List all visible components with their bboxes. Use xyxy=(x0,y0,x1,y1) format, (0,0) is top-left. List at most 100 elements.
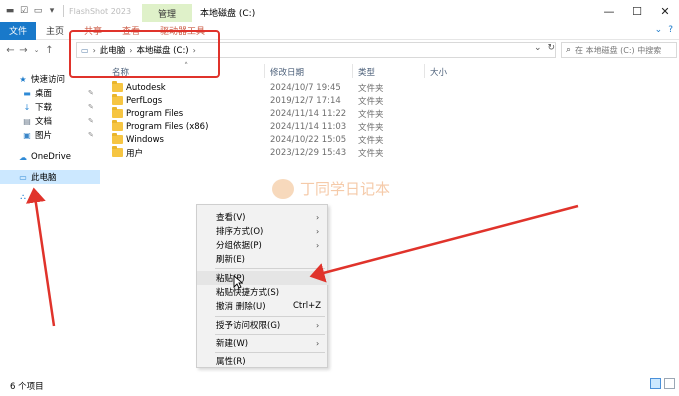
column-date[interactable]: 修改日期 xyxy=(270,66,304,78)
expand-ribbon-icon[interactable]: ⌄ xyxy=(655,25,663,35)
menu-item-label: 查看(V) xyxy=(216,213,246,223)
column-divider[interactable] xyxy=(352,64,353,78)
properties-qa-icon[interactable]: ☑ xyxy=(18,5,30,17)
menu-separator xyxy=(215,352,325,353)
file-type: 文件夹 xyxy=(358,109,384,120)
column-divider[interactable] xyxy=(424,64,425,78)
sidebar-item-label: 网 xyxy=(31,193,40,203)
menu-item-paste-shortcut[interactable]: 粘贴快捷方式(S) xyxy=(197,285,329,299)
large-icons-view-icon[interactable] xyxy=(664,378,675,389)
file-date: 2024/10/22 15:05 xyxy=(270,134,347,145)
folder-icon xyxy=(112,120,123,131)
menu-item-label: 撤消 删除(U) xyxy=(216,302,266,312)
up-icon[interactable]: ↑ xyxy=(43,41,56,59)
forward-icon[interactable]: → xyxy=(17,41,30,59)
watermark: 丁同学日记本 xyxy=(272,178,390,199)
ribbon-controls: ⌄ ? xyxy=(655,25,673,35)
new-folder-qa-icon[interactable]: ▭ xyxy=(32,5,44,17)
window-controls: — ☐ ✕ xyxy=(595,0,679,22)
submenu-arrow-icon: › xyxy=(316,212,320,222)
sidebar-item-label: 此电脑 xyxy=(31,173,57,183)
menu-item-grant-access[interactable]: 授予访问权限(G) › xyxy=(197,318,329,332)
file-type: 文件夹 xyxy=(358,96,384,107)
menu-item-view[interactable]: 查看(V) › xyxy=(197,210,329,224)
maximize-button[interactable]: ☐ xyxy=(623,0,651,22)
file-name: Program Files (x86) xyxy=(126,121,209,132)
menu-item-group[interactable]: 分组依据(P) › xyxy=(197,238,329,252)
details-view-icon[interactable] xyxy=(650,378,661,389)
computer-icon: ▭ xyxy=(19,172,27,182)
file-date: 2024/11/14 11:03 xyxy=(270,121,347,132)
folder-icon xyxy=(112,146,123,157)
menu-item-label: 粘贴快捷方式(S) xyxy=(216,288,280,298)
close-button[interactable]: ✕ xyxy=(651,0,679,22)
menu-item-refresh[interactable]: 刷新(E) xyxy=(197,252,329,266)
document-icon: ▤ xyxy=(23,116,31,126)
menu-item-properties[interactable]: 属性(R) xyxy=(197,354,329,368)
context-menu: 查看(V) › 排序方式(O) › 分组依据(P) › 刷新(E) 粘贴(P) … xyxy=(196,204,329,368)
sidebar-item-documents[interactable]: ▤ 文档 ✎ xyxy=(0,114,100,128)
watermark-logo-icon xyxy=(272,178,294,199)
sidebar-item-label: 图片 xyxy=(35,131,53,141)
sidebar-item-desktop[interactable]: ▬ 桌面 ✎ xyxy=(0,86,100,100)
navigation-pane: ★ 快速访问 ▬ 桌面 ✎ ↓ 下载 ✎ ▤ 文档 ✎ ▣ 图片 ✎ ☁ One… xyxy=(0,66,100,366)
manage-tab[interactable]: 管理 xyxy=(142,4,192,22)
minimize-button[interactable]: — xyxy=(595,0,623,22)
back-icon[interactable]: ← xyxy=(4,41,17,59)
address-dropdown-icon[interactable]: ⌄ xyxy=(534,43,542,53)
refresh-icon[interactable]: ↻ xyxy=(548,43,556,53)
file-row-perflogs[interactable]: PerfLogs 2019/12/7 17:14 文件夹 xyxy=(108,94,568,107)
sidebar-item-label: 桌面 xyxy=(35,89,53,99)
column-divider[interactable] xyxy=(264,64,265,78)
annotation-arrow-to-paste xyxy=(309,204,579,283)
menu-item-undo-delete[interactable]: 撤消 删除(U) Ctrl+Z xyxy=(197,299,329,313)
sidebar-item-onedrive[interactable]: ☁ OneDrive xyxy=(0,150,100,164)
file-type: 文件夹 xyxy=(358,135,384,146)
menu-item-label: 排序方式(O) xyxy=(216,227,264,237)
window-title: 本地磁盘 (C:) xyxy=(200,9,256,19)
pin-icon: ✎ xyxy=(88,89,94,97)
column-type[interactable]: 类型 xyxy=(358,66,375,78)
menu-separator xyxy=(215,268,325,269)
pin-icon: ✎ xyxy=(88,131,94,139)
menu-item-new[interactable]: 新建(W) › xyxy=(197,336,329,350)
file-row-windows[interactable]: Windows 2024/10/22 15:05 文件夹 xyxy=(108,133,568,146)
file-row-users[interactable]: 用户 2023/12/29 15:43 文件夹 xyxy=(108,146,568,159)
tab-file[interactable]: 文件 xyxy=(0,21,36,40)
view-switcher xyxy=(650,378,675,389)
menu-item-sort[interactable]: 排序方式(O) › xyxy=(197,224,329,238)
star-icon: ★ xyxy=(19,74,27,84)
quick-access-toolbar: ▬ ☑ ▭ ▾ FlashShot 2023 xyxy=(0,0,131,22)
submenu-arrow-icon: › xyxy=(316,338,320,348)
column-size[interactable]: 大小 xyxy=(430,66,447,78)
help-icon[interactable]: ? xyxy=(668,25,673,35)
cloud-icon: ☁ xyxy=(19,152,27,162)
menu-item-label: 分组依据(P) xyxy=(216,241,262,251)
file-type: 文件夹 xyxy=(358,122,384,133)
folder-icon xyxy=(112,81,123,92)
customize-qa-icon[interactable]: ▾ xyxy=(46,5,58,17)
menu-item-paste[interactable]: 粘贴(P) xyxy=(197,271,329,285)
menu-separator xyxy=(215,334,325,335)
file-name: 用户 xyxy=(126,148,144,159)
sidebar-item-network[interactable]: ⛬ 网 xyxy=(0,190,100,204)
sidebar-item-this-pc[interactable]: ▭ 此电脑 xyxy=(0,170,100,184)
address-controls: ⌄ ↻ xyxy=(534,43,555,53)
mouse-cursor-icon xyxy=(233,275,243,289)
file-row-program-files[interactable]: Program Files 2024/11/14 11:22 文件夹 xyxy=(108,107,568,120)
file-row-program-files-x86[interactable]: Program Files (x86) 2024/11/14 11:03 文件夹 xyxy=(108,120,568,133)
recent-dropdown-icon[interactable]: ⌄ xyxy=(30,41,43,59)
search-box[interactable]: ⌕ xyxy=(561,42,677,58)
pin-icon: ✎ xyxy=(88,117,94,125)
sidebar-item-label: OneDrive xyxy=(31,152,71,162)
pin-icon: ✎ xyxy=(88,103,94,111)
file-date: 2024/11/14 11:22 xyxy=(270,108,347,119)
sidebar-item-pictures[interactable]: ▣ 图片 ✎ xyxy=(0,128,100,142)
menu-item-label: 刷新(E) xyxy=(216,255,246,265)
sidebar-item-label: 下载 xyxy=(35,103,53,113)
sidebar-item-downloads[interactable]: ↓ 下载 ✎ xyxy=(0,100,100,114)
faded-caption: FlashShot 2023 xyxy=(69,6,132,16)
search-input[interactable] xyxy=(575,45,672,55)
submenu-arrow-icon: › xyxy=(316,320,320,330)
file-row-autodesk[interactable]: Autodesk 2024/10/7 19:45 文件夹 xyxy=(108,81,568,94)
